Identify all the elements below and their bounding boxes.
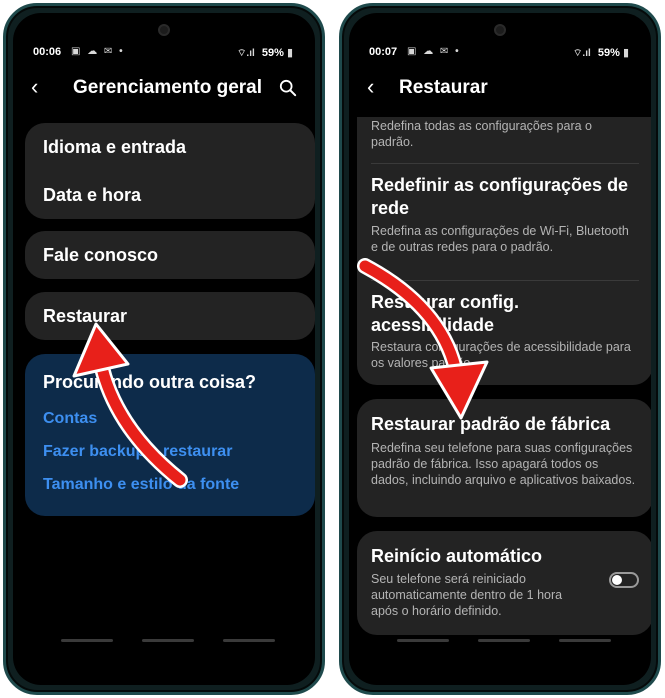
menu-item-fale-conosco[interactable]: Fale conosco xyxy=(43,245,158,266)
nav-home[interactable] xyxy=(142,639,194,642)
notification-icons: ▣ ☁ ✉ • xyxy=(71,46,125,57)
battery-percent: 59% xyxy=(597,47,620,59)
menu-item-restaurar[interactable]: Restaurar xyxy=(43,306,127,327)
option-desc-reset-accessibility: Restaura configurações de acessibilidade… xyxy=(371,340,631,370)
app-header: ‹ Gerenciamento geral xyxy=(31,75,297,103)
suggestion-link-backup[interactable]: Fazer backup e restaurar xyxy=(43,443,232,461)
option-desc-reset-network: Redefina as configurações de Wi-Fi, Blue… xyxy=(371,224,629,254)
notification-icons: ▣ ☁ ✉ • xyxy=(407,46,461,57)
factory-reset-card[interactable]: Restaurar padrão de fábrica Redefina seu… xyxy=(357,399,651,517)
option-title-auto-restart[interactable]: Reinício automático xyxy=(371,545,631,568)
battery-percent: 59% xyxy=(261,47,284,59)
option-desc-auto-restart: Seu telefone será reiniciado automaticam… xyxy=(371,572,563,618)
suggestions-title: Procurando outra coisa? xyxy=(43,372,257,392)
back-arrow-icon[interactable]: ‹ xyxy=(31,75,38,99)
wifi-signal-icon: ⌔.ıl xyxy=(573,48,591,59)
nav-home[interactable] xyxy=(478,639,530,642)
front-camera xyxy=(494,24,506,36)
app-header: ‹ Restaurar xyxy=(367,75,633,103)
divider xyxy=(371,163,639,164)
screen-left: 00:06 ▣ ☁ ✉ • ⌔.ıl 59% ▮ ‹ Gerenciamento… xyxy=(13,13,315,685)
battery-icon: ▮ xyxy=(622,47,629,59)
auto-restart-toggle[interactable] xyxy=(609,572,639,588)
phone-frame-left: 00:06 ▣ ☁ ✉ • ⌔.ıl 59% ▮ ‹ Gerenciamento… xyxy=(3,3,325,695)
wifi-signal-icon: ⌔.ıl xyxy=(237,48,255,59)
nav-recents[interactable] xyxy=(61,639,113,642)
status-right-icons: ⌔.ıl 59% ▮ xyxy=(237,46,293,60)
auto-restart-card[interactable]: Reinício automático Seu telefone será re… xyxy=(357,531,651,635)
front-camera xyxy=(158,24,170,36)
menu-item-idioma-entrada[interactable]: Idioma e entrada xyxy=(43,137,186,158)
option-title-reset-accessibility[interactable]: Restaurar config. acessibilidade xyxy=(371,291,631,337)
option-desc-factory-reset: Redefina seu telefone para suas configur… xyxy=(371,441,636,487)
menu-item-data-hora[interactable]: Data e hora xyxy=(43,185,141,206)
toggle-knob xyxy=(612,575,622,585)
search-icon[interactable] xyxy=(279,79,297,97)
settings-group-contact: Fale conosco xyxy=(25,231,315,279)
settings-group-language-date: Idioma e entrada Data e hora xyxy=(25,123,315,219)
phone-frame-right: 00:07 ▣ ☁ ✉ • ⌔.ıl 59% ▮ ‹ Restaurar Red… xyxy=(339,3,661,695)
nav-back[interactable] xyxy=(559,639,611,642)
settings-group-reset: Restaurar xyxy=(25,292,315,340)
back-arrow-icon[interactable]: ‹ xyxy=(367,75,374,99)
status-bar: 00:06 ▣ ☁ ✉ • ⌔.ıl 59% ▮ xyxy=(33,46,293,62)
suggestion-link-fonte[interactable]: Tamanho e estilo da fonte xyxy=(43,476,239,494)
option-title-factory-reset[interactable]: Restaurar padrão de fábrica xyxy=(371,413,631,436)
nav-recents[interactable] xyxy=(397,639,449,642)
suggestion-link-contas[interactable]: Contas xyxy=(43,410,97,428)
status-time: 00:06 xyxy=(33,46,62,58)
nav-back[interactable] xyxy=(223,639,275,642)
nav-bar xyxy=(13,639,315,643)
page-title: Restaurar xyxy=(399,77,488,98)
status-bar: 00:07 ▣ ☁ ✉ • ⌔.ıl 59% ▮ xyxy=(369,46,629,62)
divider xyxy=(371,280,639,281)
reset-options-card: Redefina todas as configurações para o p… xyxy=(357,117,651,385)
nav-bar xyxy=(349,639,651,643)
cropped-description: Redefina todas as configurações para o p… xyxy=(371,119,592,149)
screen-right: 00:07 ▣ ☁ ✉ • ⌔.ıl 59% ▮ ‹ Restaurar Red… xyxy=(349,13,651,685)
status-time: 00:07 xyxy=(369,46,398,58)
battery-icon: ▮ xyxy=(286,47,293,59)
suggestions-card: Procurando outra coisa? Contas Fazer bac… xyxy=(25,354,315,516)
option-title-reset-network[interactable]: Redefinir as configurações de rede xyxy=(371,174,631,220)
page-title: Gerenciamento geral xyxy=(73,77,263,98)
status-right-icons: ⌔.ıl 59% ▮ xyxy=(573,46,629,60)
